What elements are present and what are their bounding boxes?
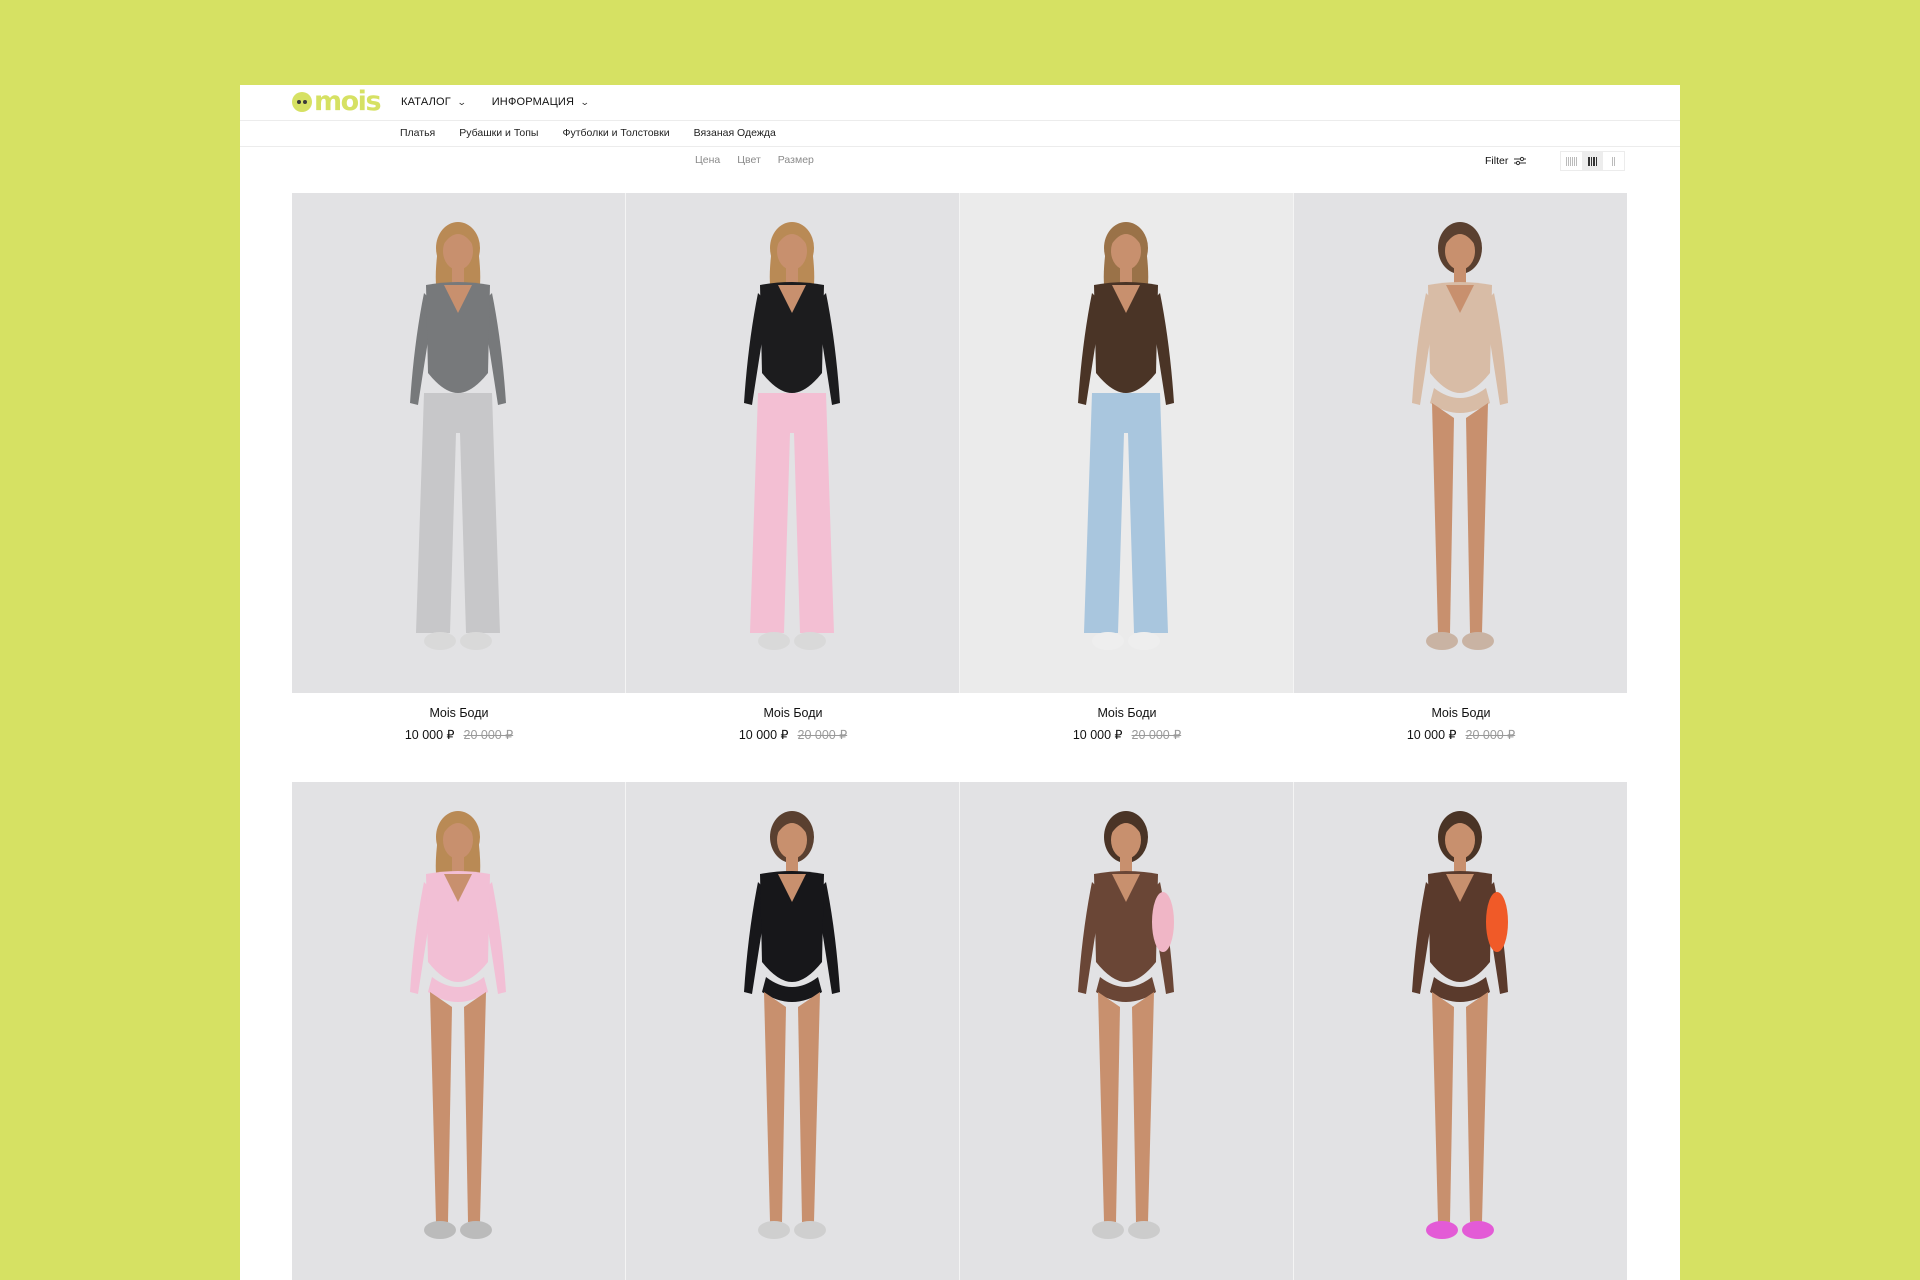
filter-button[interactable]: Filter bbox=[1485, 155, 1527, 167]
view-grid-two[interactable] bbox=[1603, 152, 1624, 170]
product-price: 10 000 ₽ bbox=[404, 728, 455, 742]
brand-logo[interactable]: mois bbox=[292, 86, 382, 117]
product-name[interactable]: Mois Боди bbox=[960, 706, 1294, 720]
product-card[interactable]: Mois Боди 10 000 ₽ 20 000 ₽ bbox=[292, 193, 626, 742]
top-navigation: КАТАЛОГ ⌄ ИНФОРМАЦИЯ ⌄ bbox=[401, 96, 591, 108]
grid-two-icon bbox=[1612, 156, 1615, 166]
product-image[interactable] bbox=[1294, 193, 1627, 693]
chevron-down-icon: ⌄ bbox=[580, 96, 591, 107]
model-figure bbox=[410, 222, 506, 650]
filter-button-label: Filter bbox=[1485, 155, 1509, 167]
grid-four-icon bbox=[1588, 156, 1597, 166]
category-dresses[interactable]: Платья bbox=[400, 127, 435, 139]
product-card[interactable] bbox=[626, 782, 960, 1280]
product-card[interactable]: Mois Боди 10 000 ₽ 20 000 ₽ bbox=[1294, 193, 1628, 742]
product-prices: 10 000 ₽ 20 000 ₽ bbox=[960, 727, 1294, 742]
product-card[interactable] bbox=[1294, 782, 1628, 1280]
product-old-price: 20 000 ₽ bbox=[797, 728, 848, 742]
product-image[interactable] bbox=[1294, 782, 1627, 1280]
product-name[interactable]: Mois Боди bbox=[292, 706, 626, 720]
product-name[interactable]: Mois Боди bbox=[1294, 706, 1628, 720]
nav-catalog[interactable]: КАТАЛОГ ⌄ bbox=[401, 96, 467, 108]
model-figure bbox=[1412, 222, 1508, 650]
header: mois КАТАЛОГ ⌄ ИНФОРМАЦИЯ ⌄ bbox=[240, 85, 1680, 121]
product-price: 10 000 ₽ bbox=[1072, 728, 1123, 742]
product-image[interactable] bbox=[626, 782, 960, 1280]
chevron-down-icon: ⌄ bbox=[456, 96, 467, 107]
filter-size[interactable]: Размер bbox=[778, 154, 814, 166]
filter-color[interactable]: Цвет bbox=[737, 154, 761, 166]
nav-information-label: ИНФОРМАЦИЯ bbox=[491, 96, 575, 108]
category-shirts-tops[interactable]: Рубашки и Топы bbox=[459, 127, 538, 139]
view-toggle-group bbox=[1560, 151, 1625, 171]
model-figure bbox=[410, 811, 506, 1239]
logo-mark-icon bbox=[292, 92, 312, 112]
product-image[interactable] bbox=[960, 782, 1294, 1280]
nav-information[interactable]: ИНФОРМАЦИЯ ⌄ bbox=[491, 96, 591, 108]
product-price: 10 000 ₽ bbox=[1406, 728, 1457, 742]
product-old-price: 20 000 ₽ bbox=[1131, 728, 1182, 742]
page: mois КАТАЛОГ ⌄ ИНФОРМАЦИЯ ⌄ Платья Рубаш… bbox=[240, 85, 1680, 1280]
model-figure bbox=[744, 811, 840, 1239]
product-prices: 10 000 ₽ 20 000 ₽ bbox=[1294, 727, 1628, 742]
product-image[interactable] bbox=[292, 782, 626, 1280]
product-price: 10 000 ₽ bbox=[738, 728, 789, 742]
product-prices: 10 000 ₽ 20 000 ₽ bbox=[626, 727, 960, 742]
model-figure bbox=[1078, 222, 1174, 650]
product-grid: Mois Боди 10 000 ₽20 000 ₽ Mois Боди 10 000… bbox=[292, 193, 1628, 1280]
product-old-price: 20 000 ₽ bbox=[1465, 728, 1516, 742]
view-grid-dense[interactable] bbox=[1561, 152, 1582, 170]
product-card[interactable] bbox=[960, 782, 1294, 1280]
product-prices: 10 000 ₽ 20 000 ₽ bbox=[292, 727, 626, 742]
product-name[interactable]: Mois Боди bbox=[626, 706, 960, 720]
filter-bar: Цена Цвет Размер Filter bbox=[240, 147, 1680, 187]
product-image[interactable] bbox=[960, 193, 1294, 693]
nav-catalog-label: КАТАЛОГ bbox=[401, 96, 451, 108]
sliders-icon bbox=[1514, 156, 1527, 166]
logo-text: mois bbox=[314, 86, 382, 117]
product-image[interactable] bbox=[626, 193, 960, 693]
model-figure bbox=[1078, 811, 1174, 1239]
model-figure bbox=[1412, 811, 1508, 1239]
grid-dense-icon bbox=[1566, 156, 1577, 166]
category-tshirts-hoodies[interactable]: Футболки и Толстовки bbox=[562, 127, 669, 139]
product-card[interactable] bbox=[292, 782, 626, 1280]
category-knitwear[interactable]: Вязаная Одежда bbox=[694, 127, 776, 139]
category-subnav: Платья Рубашки и Топы Футболки и Толстов… bbox=[240, 121, 1680, 147]
product-card[interactable]: Mois Боди 10 000 ₽ 20 000 ₽ bbox=[626, 193, 960, 742]
product-image[interactable] bbox=[292, 193, 626, 693]
filter-price[interactable]: Цена bbox=[695, 154, 720, 166]
view-grid-four[interactable] bbox=[1582, 152, 1603, 170]
model-figure bbox=[744, 222, 840, 650]
product-row: Mois Боди 10 000 ₽20 000 ₽ Mois Боди 10 000… bbox=[292, 193, 1628, 742]
product-old-price: 20 000 ₽ bbox=[463, 728, 514, 742]
product-card[interactable]: Mois Боди 10 000 ₽ 20 000 ₽ bbox=[960, 193, 1294, 742]
product-row bbox=[292, 782, 1628, 1280]
